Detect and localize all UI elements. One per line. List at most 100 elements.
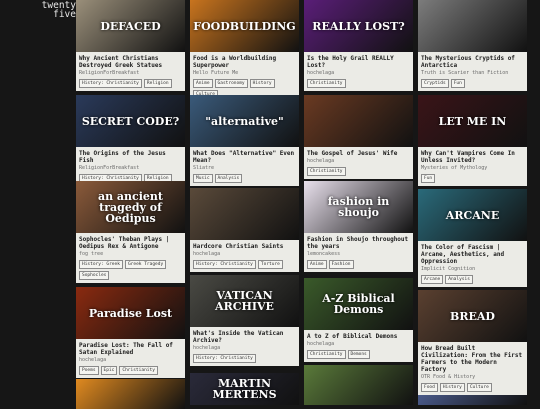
video-thumbnail[interactable]: REALLY LOST?	[304, 0, 413, 52]
tag-chip[interactable]: Christianity	[119, 366, 158, 375]
channel-name[interactable]: hochelaga	[79, 357, 182, 364]
video-thumbnail[interactable]: SECRET CODE?	[76, 95, 185, 147]
tag-chip[interactable]: History: Christianity	[79, 79, 142, 88]
video-card[interactable]: MARTIN MERTENS	[190, 373, 299, 405]
tag-chip[interactable]: Analysis	[214, 174, 243, 183]
site-logo[interactable]: twenty five	[38, 1, 76, 20]
tag-chip[interactable]: History: Greek	[79, 260, 123, 269]
tag-chip[interactable]: History	[249, 79, 275, 88]
video-thumbnail[interactable]	[304, 365, 413, 405]
tag-chip[interactable]: Poems	[79, 366, 99, 375]
tag-chip[interactable]: Torture	[257, 260, 283, 269]
tag-chip[interactable]: Fun	[421, 174, 436, 183]
video-title[interactable]: Is the Holy Grail REALLY Lost?	[307, 55, 410, 69]
video-title[interactable]: Paradise Lost: The Fall of Satan Explain…	[79, 342, 182, 356]
video-card[interactable]: BREAD How Bread Built Civilization: From …	[418, 290, 527, 395]
video-card[interactable]: REALLY LOST? Is the Holy Grail REALLY Los…	[304, 0, 413, 91]
video-card[interactable]	[304, 365, 413, 405]
video-title[interactable]: Why Can't Vampires Come In Unless Invite…	[421, 150, 524, 164]
video-thumbnail[interactable]: an ancient tragedy of Oedipus	[76, 181, 185, 233]
channel-name[interactable]: Sliatre	[193, 165, 296, 172]
video-thumbnail[interactable]: DEFACED	[76, 0, 185, 52]
tag-chip[interactable]: Epic	[100, 366, 118, 375]
video-card[interactable]: DEFACED Why Ancient Christians Destroyed …	[76, 0, 185, 91]
video-title[interactable]: Why Ancient Christians Destroyed Greek S…	[79, 55, 182, 69]
video-title[interactable]: Food is a Worldbuilding Superpower	[193, 55, 296, 69]
tag-chip[interactable]: Fun	[450, 79, 465, 88]
video-title[interactable]: A to Z of Biblical Demons	[307, 333, 410, 340]
video-card[interactable]: Paradise Lost Paradise Lost: The Fall of …	[76, 287, 185, 378]
channel-name[interactable]: hochelaga	[307, 341, 410, 348]
video-card[interactable]: fashion in shoujo Fashion in Shoujo throu…	[304, 181, 413, 272]
channel-name[interactable]: hochelaga	[307, 158, 410, 165]
video-thumbnail[interactable]: ARCANE	[418, 189, 527, 241]
video-title[interactable]: The Mysterious Cryptids of Antarctica	[421, 55, 524, 69]
video-title[interactable]: What Does "Alternative" Even Mean?	[193, 150, 296, 164]
video-title[interactable]: Sophocles' Theban Plays | Oedipus Rex & …	[79, 236, 182, 250]
video-thumbnail[interactable]	[418, 0, 527, 52]
video-title[interactable]: The Gospel of Jesus' Wife	[307, 150, 410, 157]
tag-chip[interactable]: Gastronomy	[214, 79, 248, 88]
tag-chip[interactable]: History: Christianity	[193, 354, 256, 363]
channel-name[interactable]: hochelaga	[193, 345, 296, 352]
video-card[interactable]: The Gospel of Jesus' Wife hochelaga Christ…	[304, 95, 413, 179]
tag-chip[interactable]: Music	[193, 174, 213, 183]
tag-chip[interactable]: Fashion	[328, 260, 354, 269]
channel-name[interactable]: lemoncakess	[307, 251, 410, 258]
channel-name[interactable]: hochelaga	[307, 70, 410, 77]
video-card[interactable]: LET ME IN Why Can't Vampires Come In Unle…	[418, 95, 527, 186]
video-thumbnail[interactable]: LET ME IN	[418, 95, 527, 147]
channel-name[interactable]: OTR Food & History	[421, 374, 524, 381]
channel-name[interactable]: Truth is Scarier than Fiction	[421, 70, 524, 77]
tag-chip[interactable]: Christianity	[307, 167, 346, 176]
video-title[interactable]: Hardcore Christian Saints	[193, 243, 296, 250]
video-thumbnail[interactable]	[304, 95, 413, 147]
tag-chip[interactable]: History	[439, 383, 465, 392]
video-thumbnail[interactable]: Paradise Lost	[76, 287, 185, 339]
video-thumbnail[interactable]	[418, 395, 527, 405]
channel-name[interactable]: ReligionForBreakfast	[79, 70, 182, 77]
tag-chip[interactable]: Cryptids	[421, 79, 449, 88]
tag-chip[interactable]: History: Christianity	[193, 260, 256, 269]
video-title[interactable]: Fashion in Shoujo throughout the years	[307, 236, 410, 250]
video-thumbnail[interactable]: MARTIN MERTENS	[190, 373, 299, 405]
video-card[interactable]: FOODBUILDING Food is a Worldbuilding Supe…	[190, 0, 299, 102]
video-title[interactable]: How Bread Built Civilization: From the F…	[421, 345, 524, 373]
video-card[interactable]	[418, 395, 527, 405]
video-thumbnail[interactable]: BREAD	[418, 290, 527, 342]
video-card[interactable]: SECRET CODE? The Origins of the Jesus Fis…	[76, 95, 185, 186]
video-card[interactable]: an ancient tragedy of Oedipus Sophocles' …	[76, 181, 185, 283]
tag-chip[interactable]: Arcane	[421, 275, 444, 284]
channel-name[interactable]: Hello Future Me	[193, 70, 296, 77]
tag-chip[interactable]: Christianity	[307, 350, 346, 359]
video-card[interactable]: Hardcore Christian Saints hochelaga Histor…	[190, 188, 299, 272]
video-card[interactable]: The Mysterious Cryptids of Antarctica Tru…	[418, 0, 527, 91]
video-card[interactable]: A-Z Biblical Demons A to Z of Biblical De…	[304, 278, 413, 362]
channel-name[interactable]: fog tree	[79, 251, 182, 258]
video-title[interactable]: The Color of Fascism | Arcane, Aesthetic…	[421, 244, 524, 265]
video-thumbnail[interactable]: A-Z Biblical Demons	[304, 278, 413, 330]
tag-chip[interactable]: Christianity	[307, 79, 346, 88]
tag-chip[interactable]: Food	[421, 383, 438, 392]
video-title[interactable]: The Origins of the Jesus Fish	[79, 150, 182, 164]
tag-chip[interactable]: Religion	[143, 79, 172, 88]
tag-chip[interactable]: Anime	[307, 260, 327, 269]
channel-name[interactable]: ReligionForBreakfast	[79, 165, 182, 172]
video-thumbnail[interactable]: FOODBUILDING	[190, 0, 299, 52]
tag-chip[interactable]: Sophocles	[79, 271, 110, 280]
video-thumbnail[interactable]: VATICAN ARCHIVE	[190, 275, 299, 327]
tag-chip[interactable]: Culture	[466, 383, 492, 392]
channel-name[interactable]: Mysteries of Mythology	[421, 165, 524, 172]
video-card[interactable]: ARCANE The Color of Fascism | Arcane, Aes…	[418, 189, 527, 287]
video-title[interactable]: What's Inside the Vatican Archive?	[193, 330, 296, 344]
video-card[interactable]: VATICAN ARCHIVE What's Inside the Vatican…	[190, 275, 299, 366]
tag-chip[interactable]: Demons	[347, 350, 370, 359]
video-card[interactable]: "alternative" What Does "Alternative" Eve…	[190, 95, 299, 186]
video-thumbnail[interactable]	[190, 188, 299, 240]
tag-chip[interactable]: Analysis	[445, 275, 473, 284]
tag-chip[interactable]: Greek Tragedy	[124, 260, 167, 269]
video-thumbnail[interactable]: "alternative"	[190, 95, 299, 147]
tag-chip[interactable]: Anime	[193, 79, 213, 88]
channel-name[interactable]: Implicit Cognition	[421, 266, 524, 273]
video-thumbnail[interactable]: fashion in shoujo	[304, 181, 413, 233]
